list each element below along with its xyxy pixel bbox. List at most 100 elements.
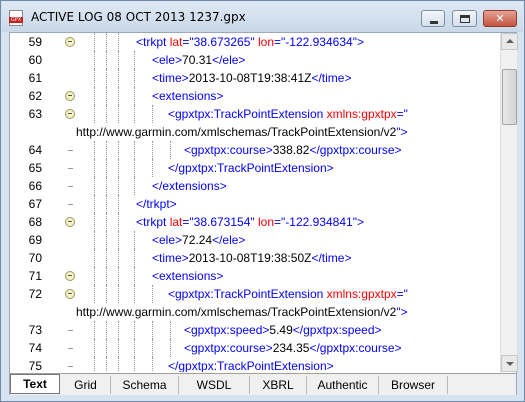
indent-guide <box>152 141 153 159</box>
indent-guide <box>118 231 119 249</box>
xml-markup: </gpxtpx:course> <box>309 341 402 355</box>
xml-markup: =" <box>182 215 194 229</box>
code-line[interactable]: 68 <trkpt lat="38.673154" lon="-122.93484… <box>10 213 500 231</box>
code-line[interactable]: 66 </extensions> <box>10 177 500 195</box>
title-bar[interactable]: GPX ACTIVE LOG 08 OCT 2013 1237.gpx ✕ <box>2 2 523 32</box>
indent-guide <box>134 177 135 195</box>
tab-browser[interactable]: Browser <box>379 376 448 394</box>
indent-guide <box>106 69 107 87</box>
code-line[interactable]: 75 </gpxtpx:TrackPointExtension> <box>10 357 500 372</box>
fold-toggle-icon[interactable] <box>65 217 75 227</box>
xml-text: 72.24 <box>182 233 213 247</box>
xml-text: 338.82 <box>272 143 310 157</box>
minimize-button[interactable] <box>421 10 445 27</box>
scroll-down-button[interactable] <box>501 355 518 372</box>
indent-guide <box>106 105 107 123</box>
indent-guide <box>134 159 135 177</box>
indent-guide <box>152 159 153 177</box>
code-line[interactable]: 72 <gpxtpx:TrackPointExtension xmlns:gpxt… <box>10 285 500 303</box>
indent-guide <box>94 51 95 69</box>
xml-text: http://www.garmin.com/xmlschemas/TrackPo… <box>76 125 397 139</box>
indent-guide <box>118 285 119 303</box>
code-text: <gpxtpx:course>338.82</gpxtpx:course> <box>184 141 402 159</box>
fold-toggle-icon[interactable] <box>65 289 75 299</box>
code-line[interactable]: 67 </trkpt> <box>10 195 500 213</box>
code-text: <gpxtpx:speed>5.49</gpxtpx:speed> <box>184 321 382 339</box>
indent-guide <box>134 285 135 303</box>
indent-guide <box>118 87 119 105</box>
code-line[interactable]: 65 </gpxtpx:TrackPointExtension> <box>10 159 500 177</box>
tab-schema[interactable]: Schema <box>111 376 179 394</box>
fold-toggle-icon[interactable] <box>65 37 75 47</box>
indent-guide <box>134 231 135 249</box>
code-line[interactable]: 69 <ele>72.24</ele> <box>10 231 500 249</box>
indent-guide <box>94 159 95 177</box>
code-line[interactable]: http://www.garmin.com/xmlschemas/TrackPo… <box>10 123 500 141</box>
xml-text: 234.35 <box>272 341 310 355</box>
indent-guide <box>94 105 95 123</box>
indent-guide <box>106 213 107 231</box>
code-line[interactable]: 60 <ele>70.31</ele> <box>10 51 500 69</box>
arrow-down-icon <box>506 362 514 366</box>
minimize-icon <box>430 21 438 24</box>
indent-guide <box>94 69 95 87</box>
code-text: </gpxtpx:TrackPointExtension> <box>168 357 334 372</box>
tab-text[interactable]: Text <box>10 374 60 394</box>
xml-markup: =" <box>274 35 286 49</box>
xml-markup: =" <box>274 215 286 229</box>
close-button[interactable]: ✕ <box>483 10 517 27</box>
indent-guide <box>118 141 119 159</box>
indent-guide <box>170 321 171 339</box>
tab-authentic[interactable]: Authentic <box>307 376 379 394</box>
indent-guide <box>134 321 135 339</box>
xml-attribute: lon <box>257 215 274 229</box>
code-line[interactable]: 61 <time>2013-10-08T19:38:41Z</time> <box>10 69 500 87</box>
code-line[interactable]: 70 <time>2013-10-08T19:38:50Z</time> <box>10 249 500 267</box>
maximize-icon <box>460 15 470 23</box>
xml-markup: <time> <box>152 71 189 85</box>
indent-guide <box>118 321 119 339</box>
indent-guide <box>106 51 107 69</box>
xml-markup: </gpxtpx:TrackPointExtension> <box>168 161 334 175</box>
indent-guide <box>118 177 119 195</box>
indent-guide <box>106 33 107 51</box>
indent-guide <box>134 69 135 87</box>
code-line[interactable]: 62 <extensions> <box>10 87 500 105</box>
fold-toggle-icon[interactable] <box>65 91 75 101</box>
line-number: 73 <box>28 323 42 337</box>
code-editor[interactable]: 59 <trkpt lat="38.673265" lon="-122.93463… <box>10 33 500 372</box>
fold-toggle-icon[interactable] <box>65 271 75 281</box>
tab-xbrl[interactable]: XBRL <box>250 376 307 394</box>
maximize-button[interactable] <box>452 10 477 27</box>
indent-guide <box>94 249 95 267</box>
code-line[interactable]: 63 <gpxtpx:TrackPointExtension xmlns:gpxt… <box>10 105 500 123</box>
code-line[interactable]: 71 <extensions> <box>10 267 500 285</box>
line-number: 65 <box>28 161 42 175</box>
xml-markup: </ele> <box>212 53 246 67</box>
code-line[interactable]: http://www.garmin.com/xmlschemas/TrackPo… <box>10 303 500 321</box>
fold-toggle-icon[interactable] <box>65 109 75 119</box>
indent-guide <box>118 357 119 372</box>
tab-grid[interactable]: Grid <box>61 376 111 394</box>
indent-guide <box>118 69 119 87</box>
fold-end-marker <box>68 186 73 187</box>
indent-guide <box>152 105 153 123</box>
indent-guide <box>118 213 119 231</box>
scroll-thumb[interactable] <box>502 69 517 125</box>
xml-attribute: xmlns:gpxtpx <box>326 287 397 301</box>
scroll-up-button[interactable] <box>501 33 518 50</box>
indent-guide <box>170 339 171 357</box>
code-text: http://www.garmin.com/xmlschemas/TrackPo… <box>76 303 408 321</box>
vertical-scrollbar[interactable] <box>500 33 518 372</box>
indent-guide <box>106 87 107 105</box>
code-line[interactable]: 73 <gpxtpx:speed>5.49</gpxtpx:speed> <box>10 321 500 339</box>
code-line[interactable]: 59 <trkpt lat="38.673265" lon="-122.93463… <box>10 33 500 51</box>
code-line[interactable]: 74 <gpxtpx:course>234.35</gpxtpx:course> <box>10 339 500 357</box>
indent-guide <box>118 159 119 177</box>
fold-end-marker <box>68 348 73 349</box>
xml-markup: <trkpt <box>136 215 170 229</box>
tab-wsdl[interactable]: WSDL <box>179 376 250 394</box>
xml-markup: 38.673154 <box>193 215 251 229</box>
indent-guide <box>118 195 119 213</box>
code-line[interactable]: 64 <gpxtpx:course>338.82</gpxtpx:course> <box>10 141 500 159</box>
